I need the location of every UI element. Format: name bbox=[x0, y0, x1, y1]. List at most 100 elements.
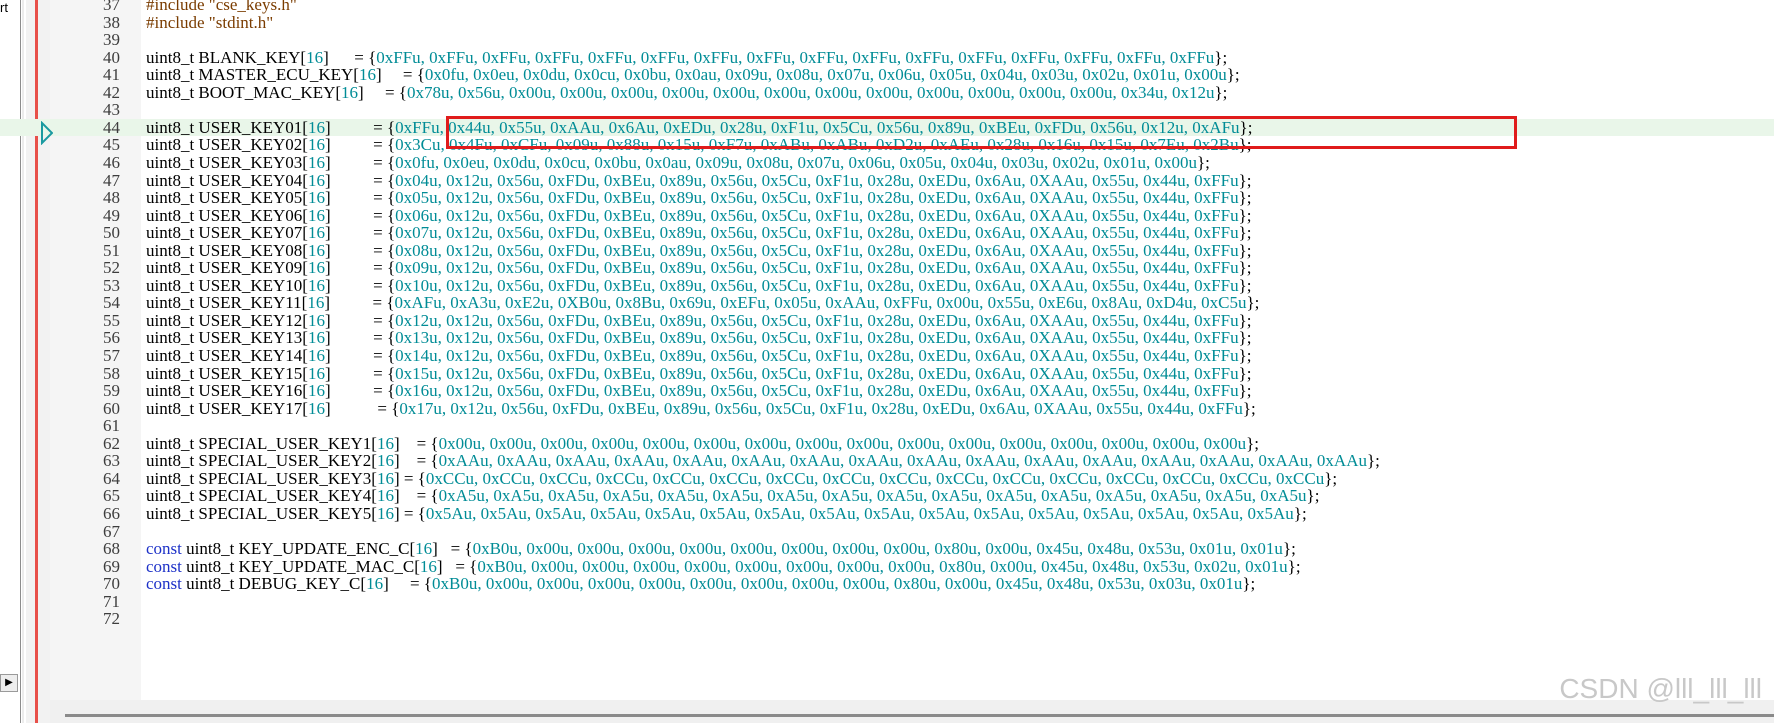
code-line[interactable]: 57 uint8_t USER_KEY14[16] = {0x14u, 0x12u… bbox=[0, 347, 1774, 365]
code-token: ] = { bbox=[324, 223, 396, 243]
code-line[interactable]: 60 uint8_t USER_KEY17[16] = {0x17u, 0x12u… bbox=[0, 398, 1774, 418]
code-token: }; bbox=[1196, 152, 1210, 172]
current-line-arrow-icon bbox=[41, 121, 53, 145]
line-number: 72 bbox=[103, 609, 120, 629]
code-token: ] = { bbox=[324, 398, 400, 418]
code-token: ] = { bbox=[358, 82, 407, 102]
code-line[interactable]: 40 uint8_t BLANK_KEY[16] = {0xFFu, 0xFFu,… bbox=[0, 47, 1774, 67]
code-token: uint8_t BLANK_KEY[ bbox=[146, 47, 307, 67]
code-token: ] = { bbox=[393, 486, 439, 506]
code-line[interactable]: 65 uint8_t SPECIAL_USER_KEY4[16] = {0xA5u… bbox=[0, 487, 1774, 505]
code-token: ] = { bbox=[393, 433, 439, 453]
code-line[interactable]: 55 uint8_t USER_KEY12[16] = {0x12u, 0x12u… bbox=[0, 312, 1774, 330]
code-line[interactable]: 70 const uint8_t DEBUG_KEY_C[16] = {0xB0u… bbox=[0, 575, 1774, 593]
line-number: 60 bbox=[103, 398, 120, 418]
line-number: 56 bbox=[103, 328, 120, 348]
code-token: 0x0fu, 0x0eu, 0x0du, 0x0cu, 0x0bu, 0x0au… bbox=[424, 65, 1227, 85]
code-token: 16 bbox=[376, 451, 394, 471]
code-token: ] = { bbox=[324, 240, 396, 260]
code-token: 0xA5u, 0xA5u, 0xA5u, 0xA5u, 0xA5u, 0xA5u… bbox=[438, 486, 1307, 506]
code-token: }; bbox=[1287, 556, 1301, 576]
code-line[interactable]: 69 const uint8_t KEY_UPDATE_MAC_C[16] = {… bbox=[0, 556, 1774, 576]
code-token: 16 bbox=[419, 556, 437, 576]
line-text: uint8_t BOOT_MAC_KEY[16] = {0x78u, 0x56u… bbox=[146, 82, 1227, 102]
code-line[interactable]: 59 uint8_t USER_KEY16[16] = {0x16u, 0x12u… bbox=[0, 382, 1774, 400]
code-line[interactable]: 41 uint8_t MASTER_ECU_KEY[16] = {0x0fu, 0… bbox=[0, 66, 1774, 84]
code-token: ] = { bbox=[393, 503, 426, 523]
code-token: }; bbox=[1238, 205, 1252, 225]
code-token: uint8_t SPECIAL_USER_KEY1[ bbox=[146, 433, 377, 453]
code-line[interactable]: 51 uint8_t USER_KEY08[16] = {0x08u, 0x12u… bbox=[0, 240, 1774, 260]
line-number: 48 bbox=[103, 188, 120, 208]
code-line[interactable]: 39 bbox=[0, 31, 1774, 49]
code-line[interactable]: 62 uint8_t SPECIAL_USER_KEY1[16] = {0x00u… bbox=[0, 433, 1774, 453]
code-token: ] = { bbox=[324, 275, 396, 295]
code-line[interactable]: 54 uint8_t USER_KEY11[16] = {0xAFu, 0xA3u… bbox=[0, 294, 1774, 312]
code-token: 16 bbox=[307, 310, 325, 330]
code-line[interactable]: 56 uint8_t USER_KEY13[16] = {0x13u, 0x12u… bbox=[0, 329, 1774, 347]
line-text: uint8_t USER_KEY14[16] = {0x14u, 0x12u, … bbox=[146, 347, 1251, 365]
code-line[interactable]: 67 bbox=[0, 522, 1774, 541]
scrollbar-thumb[interactable] bbox=[65, 714, 1774, 717]
code-line[interactable]: 42 uint8_t BOOT_MAC_KEY[16] = {0x78u, 0x5… bbox=[0, 82, 1774, 102]
code-line[interactable]: 64 uint8_t SPECIAL_USER_KEY3[16] = {0xCCu… bbox=[0, 470, 1774, 488]
code-editor[interactable]: 37 #include "cse_keys.h" 38 #include "stdin… bbox=[0, 0, 1774, 700]
code-token: 16 bbox=[307, 363, 325, 383]
code-token: }; bbox=[1246, 433, 1259, 453]
code-token: }; bbox=[1306, 486, 1320, 506]
code-token: 0x10u, 0x12u, 0x56u, 0xFDu, 0xBEu, 0x89u… bbox=[395, 275, 1239, 295]
code-token: }; bbox=[1366, 451, 1380, 471]
code-line[interactable]: 58 uint8_t USER_KEY15[16] = {0x15u, 0x12u… bbox=[0, 363, 1774, 383]
code-token: ] = { bbox=[383, 574, 432, 594]
code-token: 0x14u, 0x12u, 0x56u, 0xFDu, 0xBEu, 0x89u… bbox=[395, 346, 1239, 365]
line-text: uint8_t SPECIAL_USER_KEY2[16] = {0xAAu, … bbox=[146, 452, 1380, 470]
code-line[interactable]: 72 bbox=[0, 610, 1774, 628]
line-text: uint8_t USER_KEY17[16] = {0x17u, 0x12u, … bbox=[146, 398, 1256, 418]
code-line[interactable]: 71 bbox=[0, 593, 1774, 611]
code-token: 0x5Au, 0x5Au, 0x5Au, 0x5Au, 0x5Au, 0x5Au… bbox=[425, 503, 1294, 523]
code-token: 16 bbox=[307, 152, 325, 172]
line-number: 63 bbox=[103, 451, 120, 471]
code-line[interactable]: 53 uint8_t USER_KEY10[16] = {0x10u, 0x12u… bbox=[0, 277, 1774, 295]
code-token: ] = { bbox=[393, 451, 439, 471]
code-token: 16 bbox=[376, 503, 394, 523]
horizontal-scrollbar[interactable] bbox=[50, 700, 1774, 723]
code-line[interactable]: 68 const uint8_t KEY_UPDATE_ENC_C[16] = {… bbox=[0, 540, 1774, 558]
line-text: uint8_t USER_KEY11[16] = {0xAFu, 0xA3u, … bbox=[146, 294, 1259, 312]
code-line[interactable]: 63 uint8_t SPECIAL_USER_KEY2[16] = {0xAAu… bbox=[0, 452, 1774, 470]
code-token: uint8_t USER_KEY07[ bbox=[146, 223, 308, 243]
code-token: 16 bbox=[341, 82, 359, 102]
code-line[interactable]: 47 uint8_t USER_KEY04[16] = {0x04u, 0x12u… bbox=[0, 170, 1774, 190]
line-number: 47 bbox=[103, 170, 120, 190]
code-token: ] = { bbox=[324, 258, 396, 278]
code-line[interactable]: 46 uint8_t USER_KEY03[16] = {0x0fu, 0x0eu… bbox=[0, 154, 1774, 172]
code-token: ] = { bbox=[432, 539, 473, 559]
code-line[interactable]: 49 uint8_t USER_KEY06[16] = {0x06u, 0x12u… bbox=[0, 205, 1774, 225]
line-number: 39 bbox=[103, 30, 120, 50]
code-token: 0x05u, 0x12u, 0x56u, 0xFDu, 0xBEu, 0x89u… bbox=[395, 188, 1239, 208]
code-token: }; bbox=[1214, 47, 1228, 67]
code-token: 0x78u, 0x56u, 0x00u, 0x00u, 0x00u, 0x00u… bbox=[406, 82, 1215, 102]
code-line[interactable]: 37 #include "cse_keys.h" bbox=[0, 0, 1774, 14]
code-line[interactable]: 52 uint8_t USER_KEY09[16] = {0x09u, 0x12u… bbox=[0, 259, 1774, 277]
code-token: uint8_t USER_KEY09[ bbox=[146, 258, 308, 278]
code-line[interactable]: 50 uint8_t USER_KEY07[16] = {0x07u, 0x12u… bbox=[0, 224, 1774, 242]
code-token: ] = { bbox=[393, 468, 426, 488]
line-number: 55 bbox=[103, 310, 120, 330]
line-number: 53 bbox=[103, 275, 120, 295]
code-token: 0xAFu, 0xA3u, 0xE2u, 0XB0u, 0x8Bu, 0x69u… bbox=[394, 293, 1247, 313]
line-text: uint8_t BLANK_KEY[16] = {0xFFu, 0xFFu, 0… bbox=[146, 47, 1228, 67]
code-line[interactable]: 66 uint8_t SPECIAL_USER_KEY5[16] = {0x5Au… bbox=[0, 505, 1774, 523]
line-number: 42 bbox=[103, 82, 120, 102]
code-token: 16 bbox=[307, 275, 325, 295]
code-token: 16 bbox=[307, 240, 325, 260]
code-token: const bbox=[146, 539, 182, 559]
code-token: ] = { bbox=[324, 205, 396, 225]
code-line[interactable]: 38 #include "stdint.h" bbox=[0, 13, 1774, 32]
code-token: 16 bbox=[366, 574, 384, 594]
line-number: 49 bbox=[103, 205, 120, 225]
code-line[interactable]: 61 bbox=[0, 417, 1774, 435]
code-line[interactable]: 48 uint8_t USER_KEY05[16] = {0x05u, 0x12u… bbox=[0, 189, 1774, 207]
line-text: #include "cse_keys.h" bbox=[146, 0, 297, 14]
code-token: }; bbox=[1238, 328, 1252, 348]
